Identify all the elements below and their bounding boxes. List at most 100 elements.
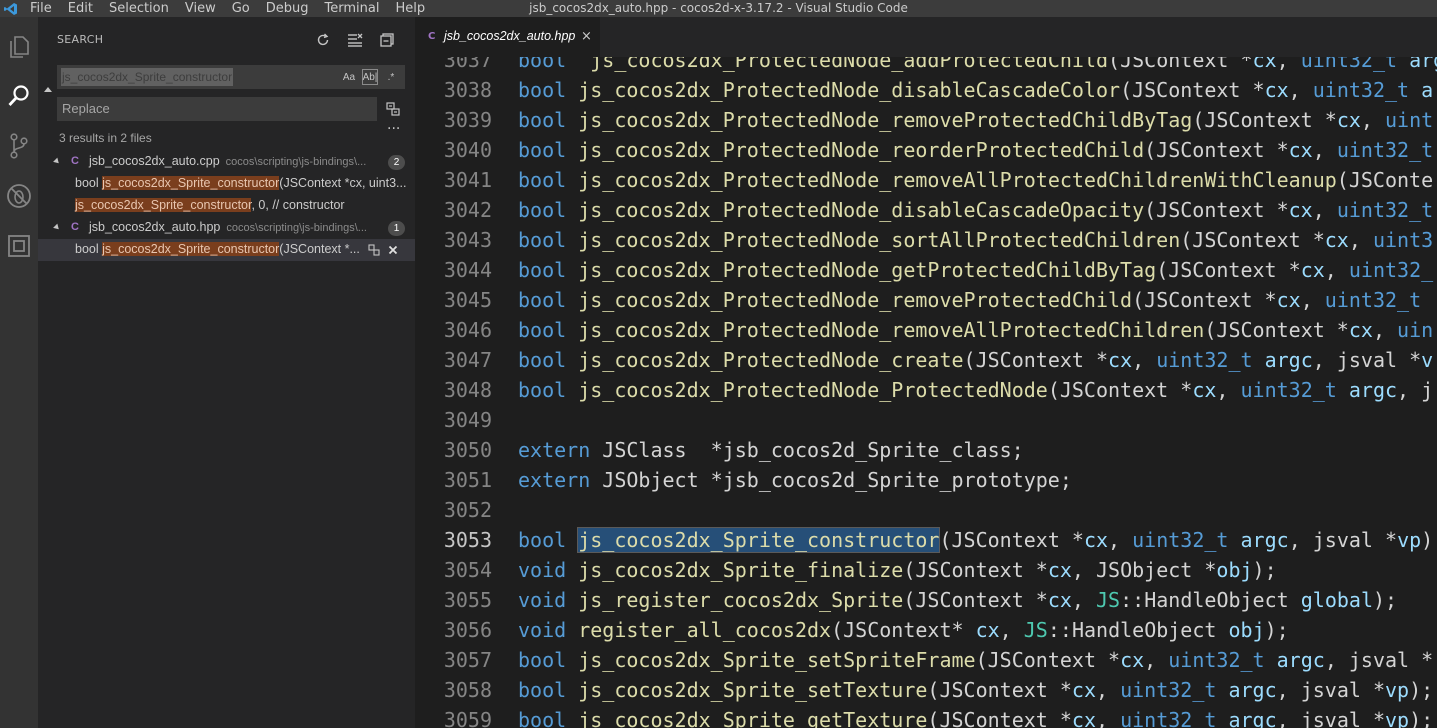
code-token: (JSContext * bbox=[927, 708, 1072, 728]
code-line[interactable]: 3057 bool js_cocos2dx_Sprite_setSpriteFra… bbox=[415, 645, 1437, 675]
code-token: , bbox=[1216, 378, 1241, 402]
menu-selection[interactable]: Selection bbox=[101, 0, 177, 17]
menu-terminal[interactable]: Terminal bbox=[317, 0, 388, 17]
editor-tabs: C jsb_cocos2dx_auto.hpp × bbox=[415, 17, 1437, 57]
code-line[interactable]: 3047 bool js_cocos2dx_ProtectedNode_creat… bbox=[415, 345, 1437, 375]
refresh-icon[interactable] bbox=[313, 30, 333, 50]
code-text: bool js_cocos2dx_ProtectedNode_removeAll… bbox=[518, 315, 1433, 345]
menu-file[interactable]: File bbox=[22, 0, 60, 17]
menu-help[interactable]: Help bbox=[387, 0, 433, 17]
code-text: void register_all_cocos2dx(JSContext* cx… bbox=[518, 615, 1289, 645]
line-number: 3053 bbox=[443, 528, 492, 552]
code-line[interactable]: 3052 bbox=[415, 495, 1437, 525]
results-summary: 3 results in 2 files bbox=[59, 131, 152, 145]
code-line[interactable]: 3044 bool js_cocos2dx_ProtectedNode_getPr… bbox=[415, 255, 1437, 285]
clear-results-icon[interactable] bbox=[345, 30, 365, 50]
code-line[interactable]: 3037 bool js_cocos2dx_ProtectedNode_addPr… bbox=[415, 57, 1437, 75]
toggle-search-details-icon[interactable]: ... bbox=[387, 117, 400, 133]
match-whole-word-icon[interactable]: Ab| bbox=[362, 69, 378, 85]
code-line[interactable]: 3042 bool js_cocos2dx_ProtectedNode_disab… bbox=[415, 195, 1437, 225]
code-token: , bbox=[1288, 78, 1313, 102]
line-number: 3048 bbox=[443, 378, 492, 402]
match-result-row[interactable]: js_cocos2dx_Sprite_constructor, 0, // co… bbox=[38, 195, 415, 217]
code-line[interactable]: 3038 bool js_cocos2dx_ProtectedNode_disab… bbox=[415, 75, 1437, 105]
code-line[interactable]: 3058 bool js_cocos2dx_Sprite_setTexture(J… bbox=[415, 675, 1437, 705]
code-token: uint3 bbox=[1372, 228, 1434, 252]
toggle-replace-icon[interactable] bbox=[44, 87, 52, 92]
close-icon[interactable]: × bbox=[581, 29, 592, 44]
code-line[interactable]: 3050 extern JSClass *jsb_cocos2d_Sprite_c… bbox=[415, 435, 1437, 465]
selected-match: js_cocos2dx_Sprite_constructor bbox=[577, 527, 941, 553]
code-line[interactable]: 3051 extern JSObject *jsb_cocos2d_Sprite_… bbox=[415, 465, 1437, 495]
code-token: ); bbox=[1409, 678, 1434, 702]
tab-jsb-cocos2dx-auto-hpp[interactable]: C jsb_cocos2dx_auto.hpp × bbox=[415, 17, 600, 57]
code-line[interactable]: 3056 void register_all_cocos2dx(JSContext… bbox=[415, 615, 1437, 645]
debug-icon[interactable] bbox=[0, 176, 38, 216]
code-token: uint32_t bbox=[1120, 678, 1217, 702]
code-token: , bbox=[1108, 528, 1133, 552]
code-token: , bbox=[1096, 678, 1121, 702]
code-token: JS bbox=[1023, 618, 1048, 642]
code-token: (JSContext* bbox=[831, 618, 976, 642]
collapse-all-icon[interactable] bbox=[377, 30, 397, 50]
code-line[interactable]: 3055 void js_register_cocos2dx_Sprite(JSC… bbox=[415, 585, 1437, 615]
replace-icon[interactable] bbox=[366, 242, 382, 258]
explorer-icon[interactable] bbox=[0, 27, 38, 67]
menu-view[interactable]: View bbox=[177, 0, 224, 17]
code-text: bool js_cocos2dx_ProtectedNode_sortAllPr… bbox=[518, 225, 1433, 255]
code-token: argc bbox=[1228, 528, 1289, 552]
code-token: ); bbox=[1264, 618, 1289, 642]
match-suffix: , 0, // constructor bbox=[251, 198, 345, 212]
code-token: js_cocos2dx_ProtectedNode_getProtectedCh… bbox=[566, 258, 1157, 282]
code-editor[interactable]: 3037 bool js_cocos2dx_ProtectedNode_addPr… bbox=[415, 57, 1437, 728]
match-case-icon[interactable]: Aa bbox=[342, 69, 356, 85]
code-token: , jsval * bbox=[1276, 708, 1386, 728]
code-line[interactable]: 3041 bool js_cocos2dx_ProtectedNode_remov… bbox=[415, 165, 1437, 195]
code-token: cx bbox=[1192, 378, 1217, 402]
file-result-row[interactable]: C jsb_cocos2dx_auto.hpp cocos\scripting\j… bbox=[38, 217, 415, 239]
code-token: uint32_t bbox=[1324, 288, 1422, 312]
code-line[interactable]: 3040 bool js_cocos2dx_ProtectedNode_reord… bbox=[415, 135, 1437, 165]
chevron-down-icon[interactable] bbox=[53, 223, 61, 232]
chevron-down-icon[interactable] bbox=[53, 157, 61, 166]
menu-go[interactable]: Go bbox=[224, 0, 258, 17]
match-highlight: js_cocos2dx_Sprite_constructor bbox=[102, 242, 280, 256]
line-number: 3044 bbox=[443, 258, 492, 282]
code-line[interactable]: 3054 void js_cocos2dx_Sprite_finalize(JSC… bbox=[415, 555, 1437, 585]
code-text: bool js_cocos2dx_ProtectedNode_Protected… bbox=[518, 375, 1433, 405]
replace-input[interactable]: Replace bbox=[57, 97, 377, 121]
search-icon[interactable] bbox=[0, 76, 38, 116]
line-number: 3045 bbox=[443, 288, 492, 312]
code-token: vp bbox=[1385, 678, 1410, 702]
code-line[interactable]: 3043 bool js_cocos2dx_ProtectedNode_sortA… bbox=[415, 225, 1437, 255]
match-result-row[interactable]: bool js_cocos2dx_Sprite_constructor(JSCo… bbox=[38, 239, 415, 261]
code-token: argc bbox=[1216, 708, 1277, 728]
code-line[interactable]: 3045 bool js_cocos2dx_ProtectedNode_remov… bbox=[415, 285, 1437, 315]
file-result-row[interactable]: C jsb_cocos2dx_auto.cpp cocos\scripting\j… bbox=[38, 151, 415, 173]
source-control-icon[interactable] bbox=[0, 126, 38, 166]
code-line[interactable]: 3059 bool js_cocos2dx_Sprite_getTexture(J… bbox=[415, 705, 1437, 728]
match-result-row[interactable]: bool js_cocos2dx_Sprite_constructor(JSCo… bbox=[38, 173, 415, 195]
extensions-icon[interactable] bbox=[0, 226, 38, 266]
match-count-badge: 1 bbox=[388, 221, 405, 236]
code-line[interactable]: 3039 bool js_cocos2dx_ProtectedNode_remov… bbox=[415, 105, 1437, 135]
code-line[interactable]: 3046 bool js_cocos2dx_ProtectedNode_remov… bbox=[415, 315, 1437, 345]
code-line[interactable]: 3049 bbox=[415, 405, 1437, 435]
code-token: bool bbox=[518, 258, 567, 282]
menu-debug[interactable]: Debug bbox=[258, 0, 317, 17]
menu-edit[interactable]: Edit bbox=[60, 0, 101, 17]
code-token: bool bbox=[518, 168, 567, 192]
file-name: jsb_cocos2dx_auto.hpp bbox=[89, 220, 221, 234]
code-token: cx bbox=[1047, 558, 1072, 582]
code-token: js_cocos2dx_ProtectedNode_addProtectedCh… bbox=[590, 57, 1109, 72]
dismiss-icon[interactable] bbox=[385, 242, 401, 258]
code-token: js_cocos2dx_ProtectedNode_disableCascade… bbox=[566, 198, 1145, 222]
code-line[interactable]: 3053 bool js_cocos2dx_Sprite_constructor(… bbox=[415, 525, 1437, 555]
cpp-file-icon: C bbox=[71, 155, 79, 167]
regex-icon[interactable]: .* bbox=[384, 69, 398, 85]
line-number: 3038 bbox=[443, 78, 492, 102]
search-input[interactable]: js_cocos2dx_Sprite_constructor bbox=[61, 68, 234, 86]
replace-all-icon[interactable] bbox=[383, 99, 403, 119]
code-token: (JSContext * bbox=[1132, 288, 1277, 312]
code-line[interactable]: 3048 bool js_cocos2dx_ProtectedNode_Prote… bbox=[415, 375, 1437, 405]
